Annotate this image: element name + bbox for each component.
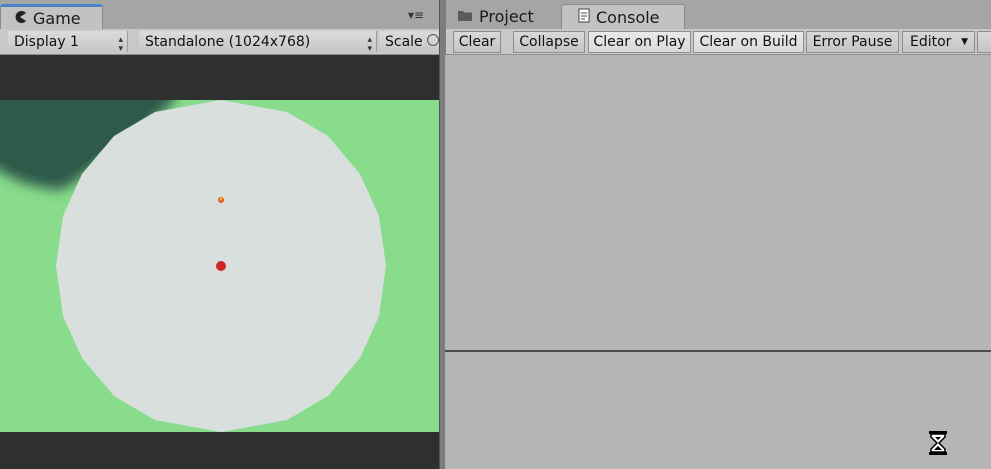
console-tab-strip: Project Console — [445, 0, 991, 29]
chevron-down-icon: ▼ — [961, 37, 968, 47]
tab-project-label: Project — [479, 7, 534, 26]
editor-dropdown-label: Editor — [910, 34, 952, 50]
editor-dropdown[interactable]: Editor ▼ — [902, 31, 975, 53]
collapse-button[interactable]: Collapse — [513, 31, 585, 53]
folder-icon — [457, 7, 473, 26]
game-view[interactable] — [0, 55, 439, 469]
spinner-arrows-icon: ▴ ▾ — [118, 35, 123, 54]
orange-dot-highlight — [219, 197, 223, 201]
scale-slider[interactable]: Scale — [379, 31, 439, 52]
tab-console-label: Console — [596, 7, 660, 27]
console-overflow[interactable] — [977, 31, 991, 53]
resolution-select-value: Standalone (1024x768) — [145, 33, 311, 50]
game-tab-strip: Game ▾≡ — [0, 0, 439, 29]
display-select[interactable]: Display 1 ▴ ▾ — [8, 31, 128, 54]
clear-on-build-toggle[interactable]: Clear on Build — [693, 31, 804, 53]
spinner-arrows-icon: ▴ ▾ — [367, 35, 372, 54]
letterbox-top — [0, 55, 439, 100]
hourglass-icon — [928, 430, 948, 460]
red-dot — [216, 261, 226, 271]
tab-game[interactable]: Game — [0, 4, 103, 29]
scale-label: Scale — [385, 33, 423, 50]
game-toolbar: Display 1 ▴ ▾ Standalone (1024x768) ▴ ▾ Sc… — [0, 29, 439, 55]
display-select-value: Display 1 — [14, 33, 79, 50]
resolution-select[interactable]: Standalone (1024x768) ▴ ▾ — [139, 31, 377, 54]
tab-project[interactable]: Project — [457, 4, 563, 29]
tab-console[interactable]: Console — [561, 4, 685, 29]
clear-on-play-toggle[interactable]: Clear on Play — [588, 31, 691, 53]
slider-knob[interactable] — [427, 34, 439, 46]
console-toolbar: Clear Collapse Clear on Play Clear on Bu… — [445, 29, 991, 55]
console-detail-area[interactable] — [445, 352, 991, 469]
pacman-icon — [13, 9, 27, 28]
clear-button[interactable]: Clear — [453, 31, 501, 53]
letterbox-bottom — [0, 432, 439, 469]
tab-game-label: Game — [33, 8, 81, 28]
error-pause-toggle[interactable]: Error Pause — [806, 31, 899, 53]
panel-menu-icon[interactable]: ▾≡ — [408, 8, 424, 22]
console-log-list[interactable] — [445, 55, 991, 351]
console-icon — [578, 8, 590, 27]
